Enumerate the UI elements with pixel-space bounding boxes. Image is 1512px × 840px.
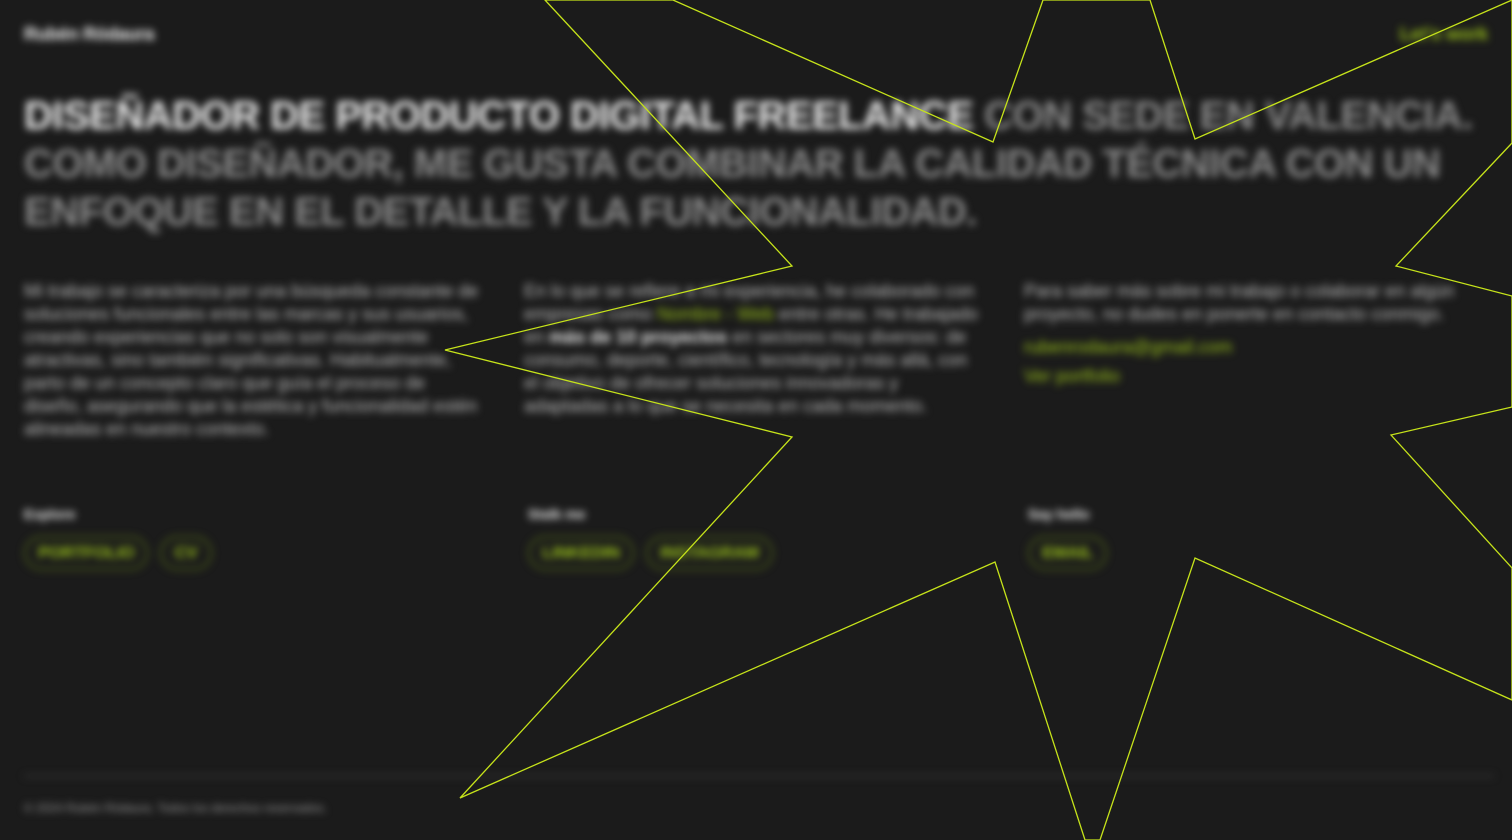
portfolio-link[interactable]: Ver portfolio [1024,365,1480,388]
about-column: Mi trabajo se caracteriza por una búsque… [24,280,480,441]
hero-strong-text: DISEÑADOR DE PRODUCTO DIGITAL FREELANCE [24,94,974,138]
cv-pill-button[interactable]: CV [160,536,212,570]
instagram-pill-button[interactable]: INSTAGRAM [645,536,773,570]
explore-title: Explore [24,506,76,522]
contact-pills: EMAIL [1028,536,1108,570]
social-pills: LINKEDIN INSTAGRAM [528,536,773,570]
stalk-me-group: Stalk me LINKEDIN INSTAGRAM [528,506,773,570]
footer-divider [24,775,1494,777]
footer-copyright: © 2024 Rubén Ródaura. Todos los derechos… [24,801,327,815]
contact-column: Para saber más sobre mi trabajo o colabo… [1024,280,1480,388]
portfolio-pill-button[interactable]: PORTFOLIO [24,536,149,570]
hero-statement: DISEÑADOR DE PRODUCTO DIGITAL FREELANCE … [24,92,1484,236]
lets-work-link[interactable]: Let's work [1400,24,1488,45]
contact-paragraph: Para saber más sobre mi trabajo o colabo… [1024,281,1455,324]
say-hello-group: Say hello EMAIL [1028,506,1108,570]
portfolio-page: Rubén Ródaura Let's work DISEÑADOR DE PR… [0,0,1512,840]
experience-column: En lo que se refiere a mi experiencia, h… [524,280,980,418]
experience-company-link[interactable]: Nombre - Web [657,304,774,324]
experience-projects-count: más de 10 proyectos [549,327,728,347]
explore-group: Explore PORTFOLIO CV [24,506,212,570]
about-paragraph: Mi trabajo se caracteriza por una búsque… [24,281,479,439]
explore-pills: PORTFOLIO CV [24,536,212,570]
say-hello-title: Say hello [1028,506,1090,522]
blurred-content: Rubén Ródaura Let's work DISEÑADOR DE PR… [0,0,1512,840]
stalk-me-title: Stalk me [528,506,586,522]
linkedin-pill-button[interactable]: LINKEDIN [528,536,634,570]
experience-paragraph: En lo que se refiere a mi experiencia, h… [524,280,980,418]
brand-name[interactable]: Rubén Ródaura [24,24,154,45]
email-link[interactable]: rubenrodaura@gmail.com [1024,336,1480,359]
email-pill-button[interactable]: EMAIL [1028,536,1108,570]
